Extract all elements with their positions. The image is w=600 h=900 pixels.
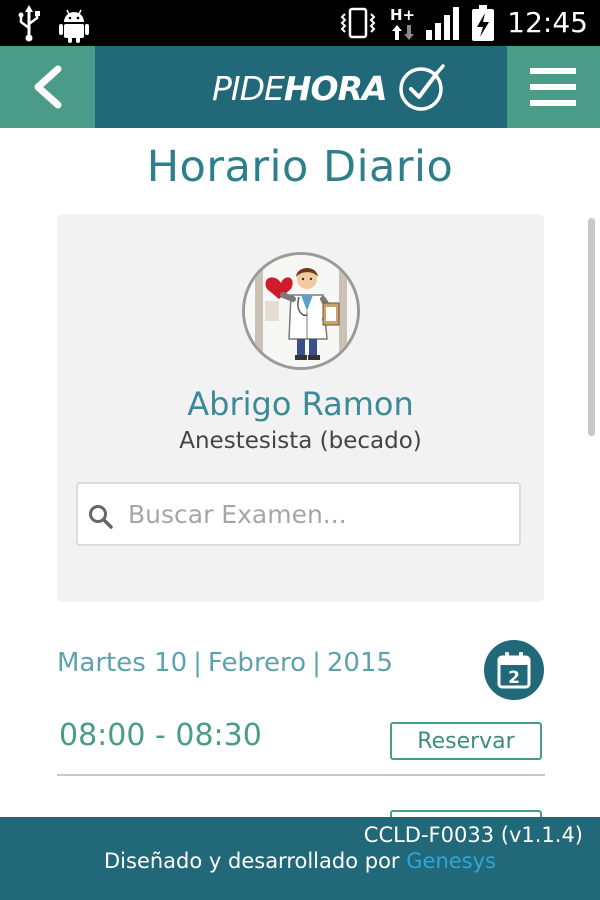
- search-input[interactable]: [128, 492, 508, 536]
- footer: CCLD-F0033 (v1.1.4) Diseñado y desarroll…: [0, 817, 600, 900]
- date-year: 2015: [326, 648, 394, 678]
- app-version: CCLD-F0033 (v1.1.4): [363, 823, 583, 847]
- scrollbar-thumb[interactable]: [588, 218, 595, 436]
- doctor-name: Abrigo Ramon: [187, 385, 414, 423]
- logo-text-bold: HORA: [283, 68, 388, 108]
- time-slot-row: 08:00 - 08:30 Reservar: [57, 710, 545, 776]
- slot-time: 08:00 - 08:30: [59, 718, 262, 753]
- chevron-left-icon: [34, 65, 62, 109]
- date-label: Martes 10 | Febrero | 2015: [57, 648, 393, 678]
- doctor-specialty: Anestesista (becado): [179, 428, 422, 454]
- scrollbar[interactable]: [588, 218, 595, 436]
- status-time: 12:45: [507, 6, 588, 39]
- hamburger-menu-icon: [530, 68, 576, 106]
- app-header: PIDE HORA: [0, 46, 600, 128]
- back-button[interactable]: [0, 46, 95, 128]
- search-box[interactable]: [76, 482, 521, 546]
- clock-check-icon: [398, 64, 445, 111]
- signal-icon: [424, 0, 464, 46]
- calendar-button[interactable]: 2: [484, 640, 544, 700]
- date-separator: |: [312, 648, 321, 678]
- calendar-icon: 2: [497, 652, 531, 689]
- svg-text:H+: H+: [390, 6, 415, 24]
- date-weekday-day: Martes 10: [57, 648, 188, 678]
- reserve-button[interactable]: Reservar: [390, 722, 542, 760]
- doctor-card: Abrigo Ramon Anestesista (becado): [57, 214, 544, 602]
- app-logo: PIDE HORA: [212, 64, 447, 111]
- footer-credits: Diseñado y desarrollado por Genesys: [0, 849, 600, 873]
- doctor-avatar-icon: [245, 255, 357, 367]
- network-hplus-icon: H+: [388, 0, 420, 46]
- company-link[interactable]: Genesys: [406, 849, 496, 873]
- credits-text: Diseñado y desarrollado por: [104, 849, 400, 873]
- date-separator: |: [193, 648, 202, 678]
- logo-text-light: PIDE: [212, 68, 285, 108]
- calendar-day-number: 2: [508, 668, 520, 688]
- menu-button[interactable]: [507, 46, 600, 128]
- vibrate-icon: [336, 0, 380, 46]
- android-icon: [56, 0, 92, 46]
- avatar: [242, 252, 360, 370]
- page-title: Horario Diario: [146, 142, 454, 192]
- search-icon: [89, 505, 113, 529]
- usb-icon: [14, 0, 44, 46]
- date-month: Febrero: [207, 648, 307, 678]
- battery-charging-icon: [468, 0, 498, 46]
- status-bar: H+ 12:45: [0, 0, 600, 46]
